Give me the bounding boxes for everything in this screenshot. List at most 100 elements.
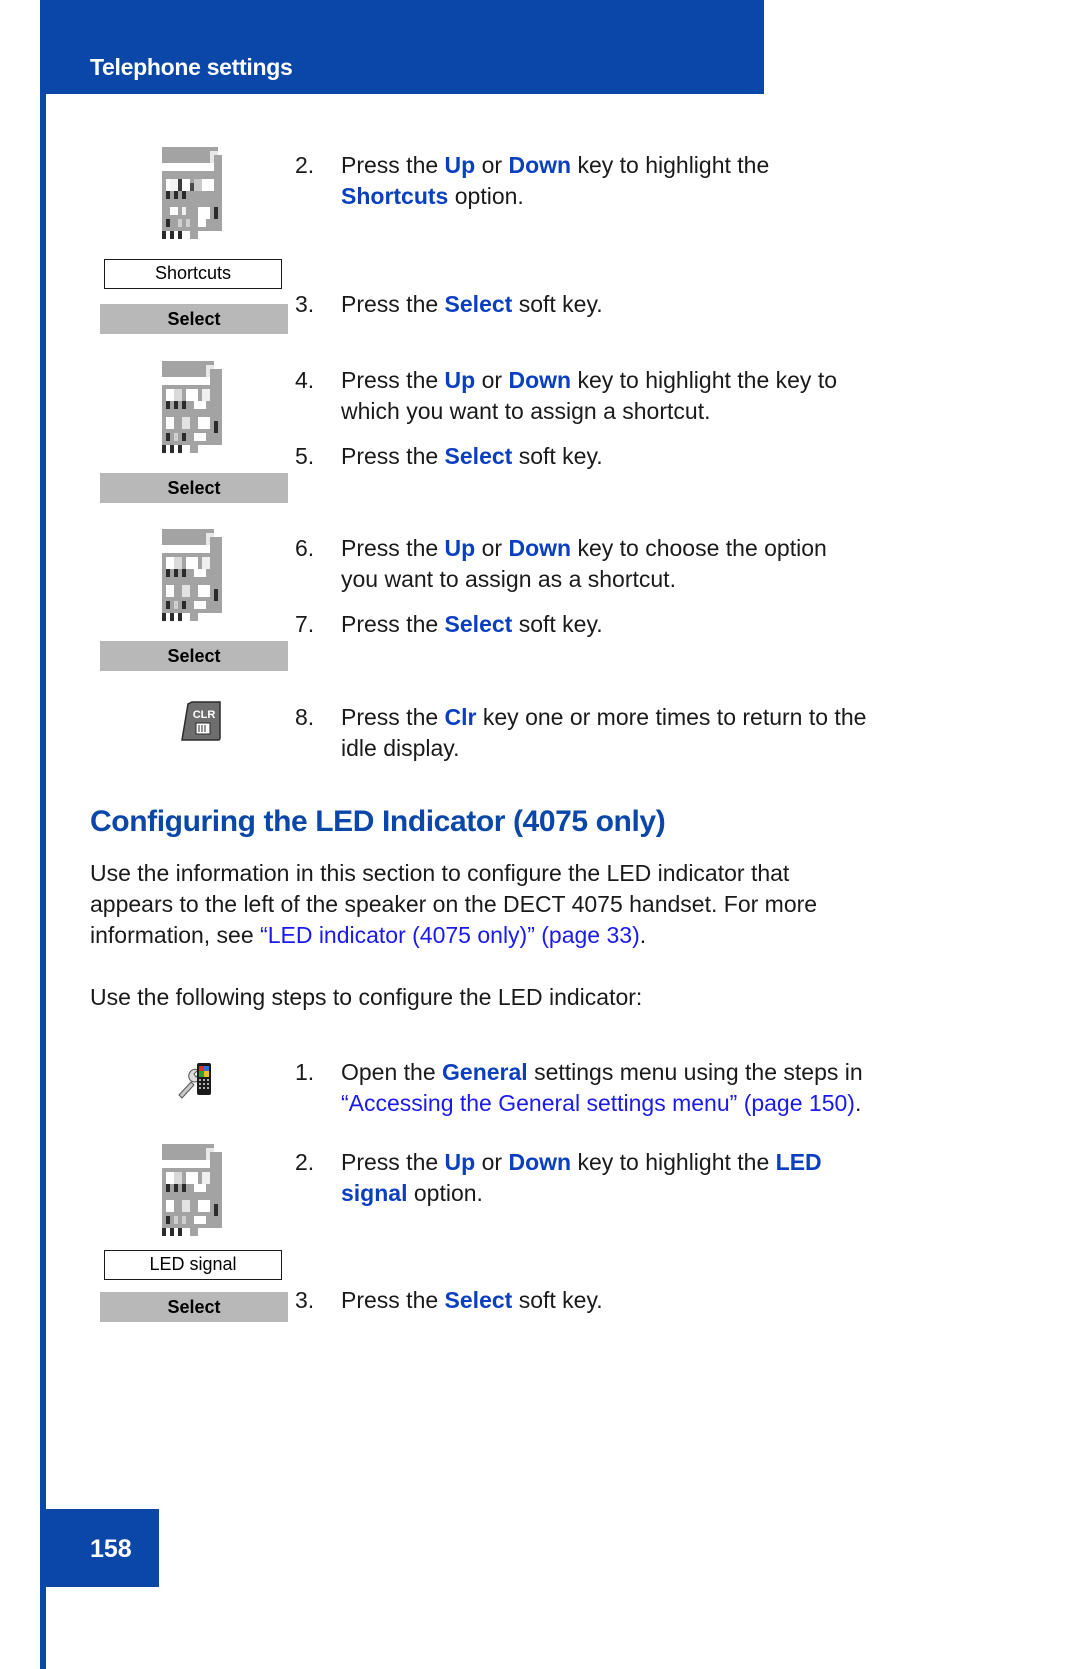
svg-text:CLR: CLR — [193, 709, 216, 721]
step-text-fragment: or — [475, 1149, 509, 1175]
step-text: Press the Up or Down key to highlight th… — [341, 150, 769, 212]
step-text-fragment: key to highlight the — [571, 152, 770, 178]
handset-screen-pixels-1 — [158, 143, 230, 247]
page-number: 158 — [90, 1535, 132, 1563]
select-key-ref: Select — [444, 443, 513, 469]
led-steps-intro: Use the following steps to configure the… — [90, 984, 643, 1010]
cross-reference-led-indicator[interactable]: “LED indicator (4075 only)” (page 33) — [260, 922, 640, 948]
step-number: 3. — [295, 1287, 315, 1313]
shortcuts-option-ref: Shortcuts — [341, 183, 449, 209]
signal-option-ref: signal — [341, 1180, 408, 1206]
down-key-ref: Down — [508, 367, 572, 393]
step-4-highlight-key: 4. Press the Up or Down key to highlight… — [295, 365, 935, 427]
step-text-fragment: Press the — [341, 443, 445, 469]
step-text-fragment: key to highlight the key to — [571, 367, 837, 393]
phone-wrench-glyph — [178, 1063, 211, 1099]
handset-option-label-shortcuts[interactable]: Shortcuts — [104, 259, 282, 289]
step-number: 2. — [295, 1149, 315, 1175]
step-row: 4. Press the Up or Down key to highlight… — [295, 365, 935, 427]
step-text-fragment: or — [475, 367, 509, 393]
step-number: 8. — [295, 704, 315, 730]
left-margin-accent-bar — [40, 0, 46, 1669]
softkey-select-2[interactable]: Select — [100, 473, 288, 503]
step-text-fragment: key to choose the option — [571, 535, 827, 561]
softkey-select-3[interactable]: Select — [100, 641, 288, 671]
up-key-ref: Up — [444, 1149, 476, 1175]
led-option-ref: LED — [775, 1149, 822, 1175]
step-text: Press the Select soft key. — [341, 441, 603, 472]
up-key-ref: Up — [444, 367, 476, 393]
step-text-fragment: Press the — [341, 1149, 445, 1175]
step-text-fragment: key to highlight the — [571, 1149, 776, 1175]
handset-screen-illustration-3 — [158, 525, 230, 634]
handset-screen-illustration-1 — [158, 143, 230, 252]
up-key-ref: Up — [444, 535, 476, 561]
step-5-select: 5. Press the Select soft key. — [295, 441, 935, 472]
step-text-fragment: Press the — [341, 704, 445, 730]
step-text-fragment: idle display. — [341, 735, 460, 761]
softkey-select-4[interactable]: Select — [100, 1292, 288, 1322]
handset-screen-pixels-4 — [158, 1140, 230, 1244]
step-number: 3. — [295, 291, 315, 317]
step-number: 2. — [295, 152, 315, 178]
step-row: 8. Press the Clr key one or more times t… — [295, 702, 955, 764]
step-3-select: 3. Press the Select soft key. — [295, 289, 935, 320]
led-step-2-highlight: 2. Press the Up or Down key to highlight… — [295, 1147, 955, 1209]
step-text-fragment: . — [854, 1090, 862, 1116]
step-text: Press the Up or Down key to choose the o… — [341, 533, 827, 595]
step-text: Press the Select soft key. — [341, 1285, 603, 1316]
handset-screen-pixels-2 — [158, 357, 230, 461]
step-text: Press the Select soft key. — [341, 289, 603, 320]
step-2-shortcuts: 2. Press the Up or Down key to highlight… — [295, 150, 935, 212]
select-key-ref: Select — [444, 291, 513, 317]
step-number: 7. — [295, 611, 315, 637]
select-key-ref: Select — [444, 611, 513, 637]
handset-screen-pixels-3 — [158, 525, 230, 629]
section-heading-led-indicator: Configuring the LED Indicator (4075 only… — [90, 805, 666, 838]
general-menu-ref: General — [442, 1059, 528, 1085]
step-7-select: 7. Press the Select soft key. — [295, 609, 935, 640]
step-number: 5. — [295, 443, 315, 469]
step-text-fragment: key one or more times to return to the — [476, 704, 867, 730]
clr-key-glyph: CLR — [181, 701, 221, 741]
step-8-clr: 8. Press the Clr key one or more times t… — [295, 702, 955, 764]
handset-screen-illustration-4 — [158, 1140, 230, 1249]
step-6-choose-option: 6. Press the Up or Down key to choose th… — [295, 533, 935, 595]
step-row: 3. Press the Select soft key. — [295, 289, 935, 320]
step-row: 6. Press the Up or Down key to choose th… — [295, 533, 935, 595]
step-text: Press the Up or Down key to highlight th… — [341, 1147, 822, 1209]
step-text-fragment: soft key. — [512, 291, 603, 317]
general-settings-icon — [175, 1057, 215, 1104]
step-row: 1. Open the General settings menu using … — [295, 1057, 955, 1119]
softkey-select-1[interactable]: Select — [100, 304, 288, 334]
cross-reference-general-settings-menu[interactable]: “Accessing the General settings menu” (p… — [341, 1090, 855, 1116]
step-row: 2. Press the Up or Down key to highlight… — [295, 150, 935, 212]
clr-key-ref: Clr — [444, 704, 477, 730]
step-text: Open the General settings menu using the… — [341, 1057, 863, 1119]
step-text-fragment: option. — [448, 183, 524, 209]
step-text-fragment: Press the — [341, 1287, 445, 1313]
down-key-ref: Down — [508, 152, 572, 178]
step-text-fragment: soft key. — [512, 1287, 603, 1313]
handset-option-label-led-signal[interactable]: LED signal — [104, 1250, 282, 1280]
select-key-ref: Select — [444, 1287, 513, 1313]
led-intro-paragraph: Use the information in this section to c… — [90, 858, 817, 951]
up-key-ref: Up — [444, 152, 476, 178]
step-number: 4. — [295, 367, 315, 393]
step-text-fragment: settings menu using the steps in — [527, 1059, 863, 1085]
step-number: 1. — [295, 1059, 315, 1085]
step-text-fragment: or — [475, 535, 509, 561]
step-row: 7. Press the Select soft key. — [295, 609, 935, 640]
step-row: 3. Press the Select soft key. — [295, 1285, 955, 1316]
step-text-fragment: you want to assign as a shortcut. — [341, 566, 676, 592]
step-row: 2. Press the Up or Down key to highlight… — [295, 1147, 955, 1209]
step-text-fragment: soft key. — [512, 443, 603, 469]
step-text: Press the Clr key one or more times to r… — [341, 702, 866, 764]
step-number: 6. — [295, 535, 315, 561]
step-text-fragment: Press the — [341, 152, 445, 178]
led-step-3-select: 3. Press the Select soft key. — [295, 1285, 955, 1316]
clr-key-icon: CLR — [168, 698, 224, 747]
step-text-fragment: or — [475, 152, 509, 178]
page-header-title: Telephone settings — [90, 54, 293, 80]
paragraph-line: appears to the left of the speaker on th… — [90, 891, 818, 917]
